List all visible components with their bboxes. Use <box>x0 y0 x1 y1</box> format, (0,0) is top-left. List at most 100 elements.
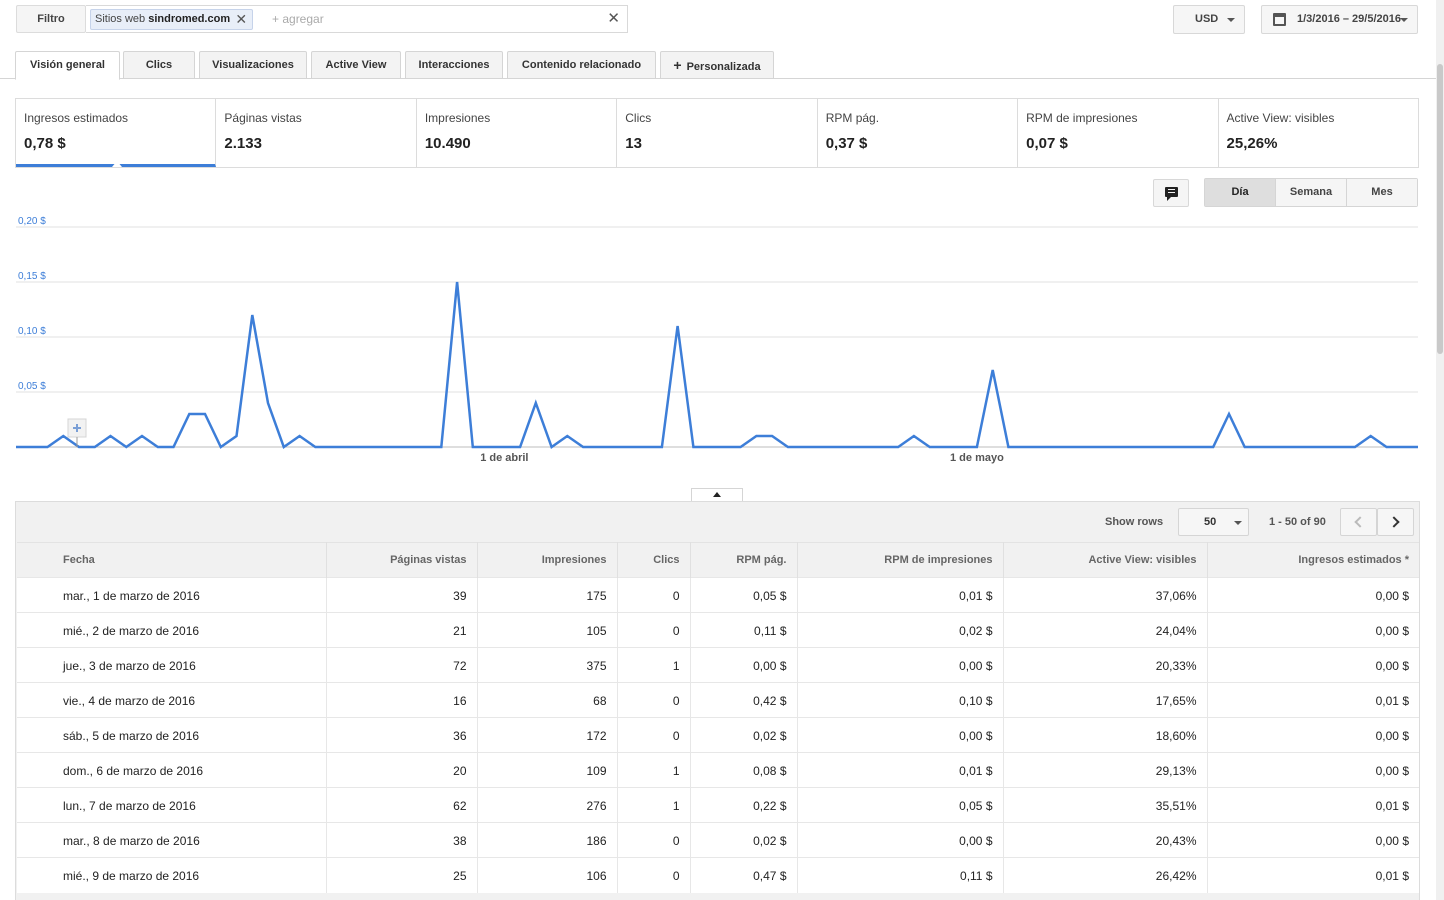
add-annotation-icon[interactable] <box>67 418 87 447</box>
filter-button[interactable]: Filtro <box>16 5 86 33</box>
data-point <box>1307 446 1309 448</box>
data-point <box>1338 446 1340 448</box>
data-point <box>771 435 773 437</box>
tab-contenido-relacionado[interactable]: Contenido relacionado <box>507 51 656 79</box>
pagination-info: 1 - 50 of 90 <box>1269 516 1326 528</box>
column-header-rpm-pag[interactable]: RPM pág. <box>690 542 798 578</box>
table-cell: 0 <box>617 577 691 613</box>
table-cell: dom., 6 de marzo de 2016 <box>17 752 327 788</box>
data-point <box>346 446 348 448</box>
data-point <box>598 446 600 448</box>
table-cell: 0,02 $ <box>690 717 798 753</box>
scorecard-active-view[interactable]: Active View: visibles 25,26% <box>1219 99 1418 167</box>
currency-select[interactable]: USD <box>1173 5 1245 34</box>
data-point <box>881 446 883 448</box>
column-header-impresiones[interactable]: Impresiones <box>477 542 618 578</box>
column-header-fecha[interactable]: Fecha <box>17 542 327 578</box>
clear-filter-icon[interactable]: ✕ <box>607 9 620 27</box>
tab-active-view[interactable]: Active View <box>311 51 401 79</box>
table-row: jue., 3 de marzo de 2016 72 375 1 0,00 $0,00… <box>17 647 1419 683</box>
data-point <box>1102 446 1104 448</box>
table-cell: 20,43% <box>1003 822 1208 858</box>
next-page-button[interactable] <box>1377 508 1414 536</box>
filter-chip-prefix: Sitios web <box>95 13 146 25</box>
data-point <box>865 446 867 448</box>
data-point <box>31 446 33 448</box>
data-point <box>314 446 316 448</box>
tab-vision-general[interactable]: Visión general <box>15 51 120 80</box>
table-cell: 38 <box>326 822 478 858</box>
scorecard-clics[interactable]: Clics 13 <box>617 99 818 167</box>
table-cell: 72 <box>326 647 478 683</box>
table-row: dom., 6 de marzo de 2016 20 109 1 0,08 $0,01… <box>17 752 1419 788</box>
page-scrollbar[interactable] <box>1436 0 1444 900</box>
filter-chip-website[interactable]: Sitios web sindromed.com ✕ <box>90 9 254 30</box>
column-header-clics[interactable]: Clics <box>617 542 691 578</box>
filter-input[interactable]: Sitios web sindromed.com ✕ + agregar ✕ <box>86 5 628 33</box>
previous-page-button[interactable] <box>1340 508 1377 536</box>
table-cell: 105 <box>477 612 618 648</box>
data-point <box>550 446 552 448</box>
data-point <box>1133 446 1135 448</box>
currency-value: USD <box>1195 13 1219 25</box>
table-cell: 0 <box>617 682 691 718</box>
scorecard-label: Active View: visibles <box>1226 111 1335 125</box>
table-cell: 0,10 $ <box>797 682 1004 718</box>
table-cell: 276 <box>477 787 618 823</box>
scorecard-value: 10.490 <box>424 135 471 152</box>
tab-clics[interactable]: Clics <box>123 51 195 79</box>
granularity-month-button[interactable]: Mes <box>1347 179 1417 206</box>
series-line <box>16 281 1418 449</box>
x-tick-label: 1 de mayo <box>950 452 1004 464</box>
data-point <box>1370 435 1372 437</box>
table-cell: 109 <box>477 752 618 788</box>
table-cell: mar., 1 de marzo de 2016 <box>17 577 327 613</box>
scorecard-value: 0,78 $ <box>24 135 66 152</box>
tab-interacciones[interactable]: Interacciones <box>405 51 503 79</box>
column-header-active-view[interactable]: Active View: visibles <box>1003 542 1208 578</box>
data-point <box>1054 446 1056 448</box>
column-header-paginas-vistas[interactable]: Páginas vistas <box>326 542 478 578</box>
scorecard-rpm-pag[interactable]: RPM pág. 0,37 $ <box>818 99 1019 167</box>
data-point <box>1070 446 1072 448</box>
data-point <box>172 446 174 448</box>
data-point <box>1385 446 1387 448</box>
granularity-week-button[interactable]: Semana <box>1276 179 1347 206</box>
granularity-day-button[interactable]: Día <box>1205 179 1276 206</box>
table-row: mar., 1 de marzo de 2016 39 175 0 0,05 $0,01… <box>17 577 1419 613</box>
data-point <box>393 446 395 448</box>
y-tick-label: 0,15 $ <box>18 271 46 282</box>
table-cell: 25 <box>326 857 478 893</box>
annotation-button[interactable] <box>1153 179 1189 207</box>
column-header-rpm-impresiones[interactable]: RPM de impresiones <box>797 542 1004 578</box>
data-point <box>46 446 48 448</box>
scrollbar-thumb[interactable] <box>1437 64 1443 354</box>
table-cell: 20 <box>326 752 478 788</box>
collapse-chart-button[interactable] <box>691 488 743 502</box>
table-cell: 0,42 $ <box>690 682 798 718</box>
tab-visualizaciones[interactable]: Visualizaciones <box>199 51 307 79</box>
scorecard-rpm-impresiones[interactable]: RPM de impresiones 0,07 $ <box>1018 99 1219 167</box>
table-cell: 17,65% <box>1003 682 1208 718</box>
scorecard-ingresos[interactable]: Ingresos estimados 0,78 $ <box>16 99 217 167</box>
column-header-ingresos[interactable]: Ingresos estimados * <box>1207 542 1419 578</box>
table-cell: 0,08 $ <box>690 752 798 788</box>
data-point <box>1181 446 1183 448</box>
table-cell: sáb., 5 de marzo de 2016 <box>17 717 327 753</box>
scorecard-impresiones[interactable]: Impresiones 10.490 <box>417 99 618 167</box>
table-cell: 375 <box>477 647 618 683</box>
comment-icon <box>1165 187 1178 201</box>
data-point <box>472 446 474 448</box>
data-point <box>1401 446 1403 448</box>
data-point <box>78 446 80 448</box>
date-range-picker[interactable]: 1/3/2016 – 29/5/2016 <box>1261 5 1418 34</box>
table-cell: 20,33% <box>1003 647 1208 683</box>
plus-icon: + <box>673 57 682 73</box>
table-cell: 1 <box>617 752 691 788</box>
tab-personalizada[interactable]: + Personalizada <box>660 51 774 79</box>
rows-per-page-value: 50 <box>1204 516 1217 528</box>
add-filter-link[interactable]: + agregar <box>272 12 324 26</box>
scorecard-paginas-vistas[interactable]: Páginas vistas 2.133 <box>216 99 417 167</box>
close-icon[interactable]: ✕ <box>235 10 247 29</box>
rows-per-page-select[interactable]: 50 <box>1178 508 1249 536</box>
